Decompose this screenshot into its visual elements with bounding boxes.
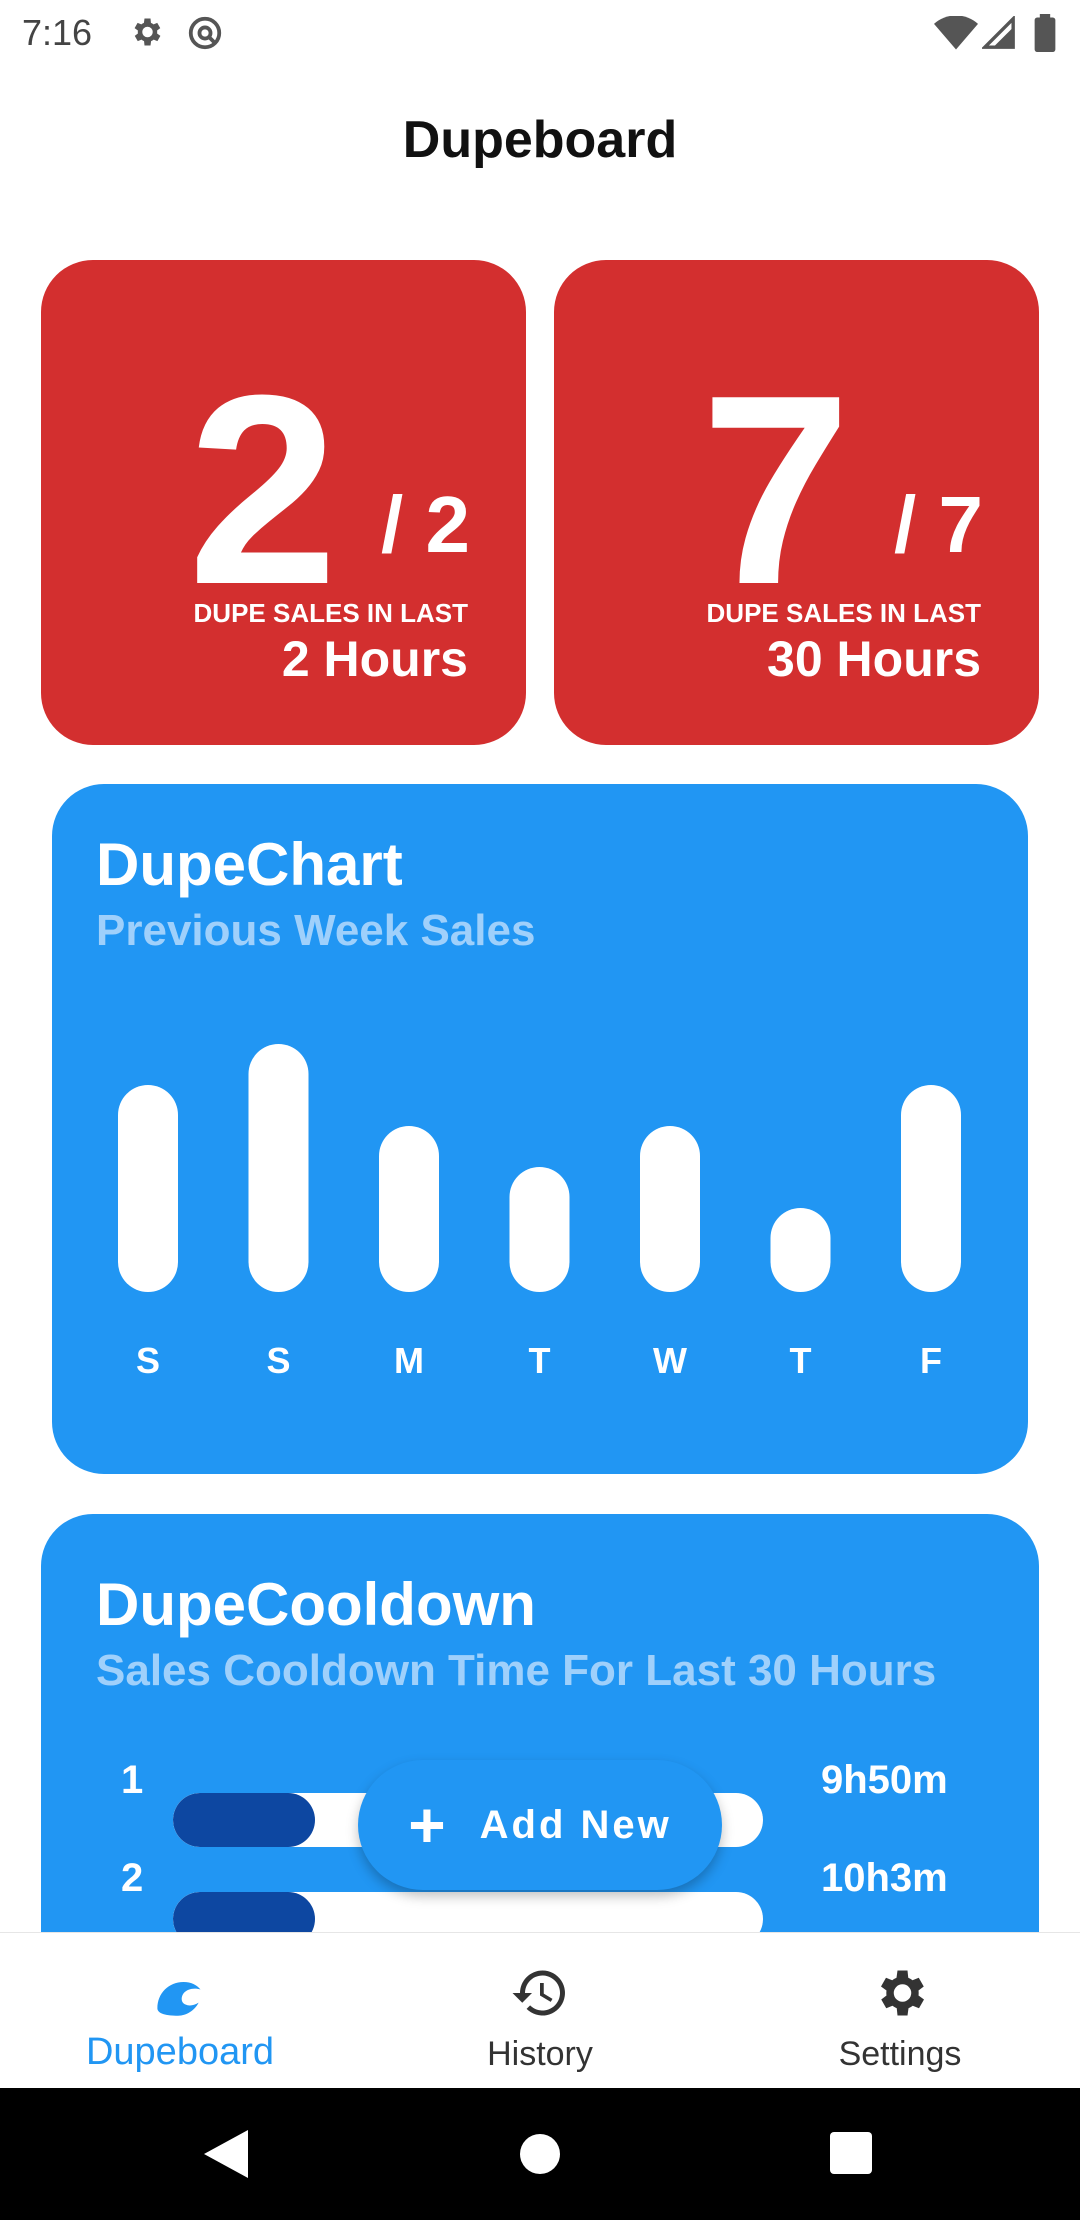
- dupecooldown-title: DupeCooldown: [96, 1571, 536, 1638]
- chart-day-label: S: [266, 1340, 290, 1381]
- nav-label-history: History: [487, 2035, 593, 2073]
- sales-caption: DUPE SALES IN LAST: [706, 598, 981, 628]
- plus-icon: +: [408, 1789, 446, 1861]
- nav-label-dupeboard: Dupeboard: [85, 2031, 275, 2073]
- recents-icon[interactable]: [830, 2132, 872, 2174]
- at-sign-status-icon: [188, 16, 222, 50]
- history-icon: [512, 1970, 565, 2016]
- page-title: Dupeboard: [402, 111, 678, 169]
- sales-limit: / 7: [894, 480, 983, 569]
- add-new-label: Add New: [479, 1802, 672, 1847]
- chart-bar: [379, 1126, 439, 1292]
- cooldown-time: 10h3m: [821, 1856, 948, 1900]
- wifi-icon: [934, 16, 978, 50]
- chart-day-label: T: [790, 1340, 812, 1381]
- sales-caption: DUPE SALES IN LAST: [193, 598, 468, 628]
- cell-signal-icon: [982, 16, 1015, 49]
- back-icon[interactable]: [204, 2130, 248, 2178]
- chart-bar: [248, 1044, 309, 1292]
- dupechart-card: DupeChart Previous Week Sales SSMTWTF: [52, 784, 1028, 1474]
- status-time: 7:16: [22, 12, 93, 53]
- dupe-sales-30h-card: 7 / 7 DUPE SALES IN LAST 30 Hours: [554, 260, 1039, 745]
- chart-day-label: S: [136, 1340, 160, 1381]
- battery-icon: [1034, 14, 1056, 52]
- cooldown-time: 9h50m: [821, 1758, 948, 1802]
- chart-bar: [901, 1085, 961, 1292]
- home-icon[interactable]: [518, 2132, 562, 2176]
- nav-item-history[interactable]: History: [360, 1933, 720, 2089]
- chart-day-label: M: [394, 1340, 424, 1381]
- nav-label-settings: Settings: [838, 2035, 962, 2073]
- dupecooldown-subtitle: Sales Cooldown Time For Last 30 Hours: [96, 1646, 937, 1695]
- sales-window: 30 Hours: [767, 631, 981, 687]
- sales-limit: / 2: [381, 480, 470, 569]
- sales-window: 2 Hours: [281, 631, 468, 687]
- nav-item-dupeboard[interactable]: Dupeboard: [0, 1933, 360, 2089]
- chart-bar: [509, 1167, 570, 1292]
- chart-bar: [770, 1208, 831, 1292]
- settings-status-icon: [134, 18, 161, 46]
- chart-day-label: W: [653, 1340, 687, 1381]
- cooldown-bar-fill: [173, 1793, 315, 1847]
- dupeboard-wave-icon: [157, 1982, 201, 2016]
- sales-count: 2: [187, 340, 338, 641]
- settings-gear-icon: [881, 1970, 924, 2016]
- chart-day-label: F: [920, 1340, 942, 1381]
- system-navigation-bar: [0, 2088, 1080, 2220]
- sales-count: 7: [700, 340, 851, 641]
- chart-bar: [640, 1126, 700, 1292]
- bottom-navigation: Dupeboard History Settings: [0, 1932, 1080, 2089]
- cooldown-row-number: 1: [121, 1758, 144, 1802]
- nav-item-settings[interactable]: Settings: [720, 1933, 1080, 2089]
- add-new-button[interactable]: + Add New: [358, 1760, 722, 1890]
- chart-bar: [118, 1085, 178, 1292]
- dupe-sales-2h-card: 2 / 2 DUPE SALES IN LAST 2 Hours: [41, 260, 526, 745]
- cooldown-row-number: 2: [121, 1856, 144, 1900]
- chart-day-label: T: [529, 1340, 551, 1381]
- weekly-sales-chart: SSMTWTF: [118, 1044, 961, 1381]
